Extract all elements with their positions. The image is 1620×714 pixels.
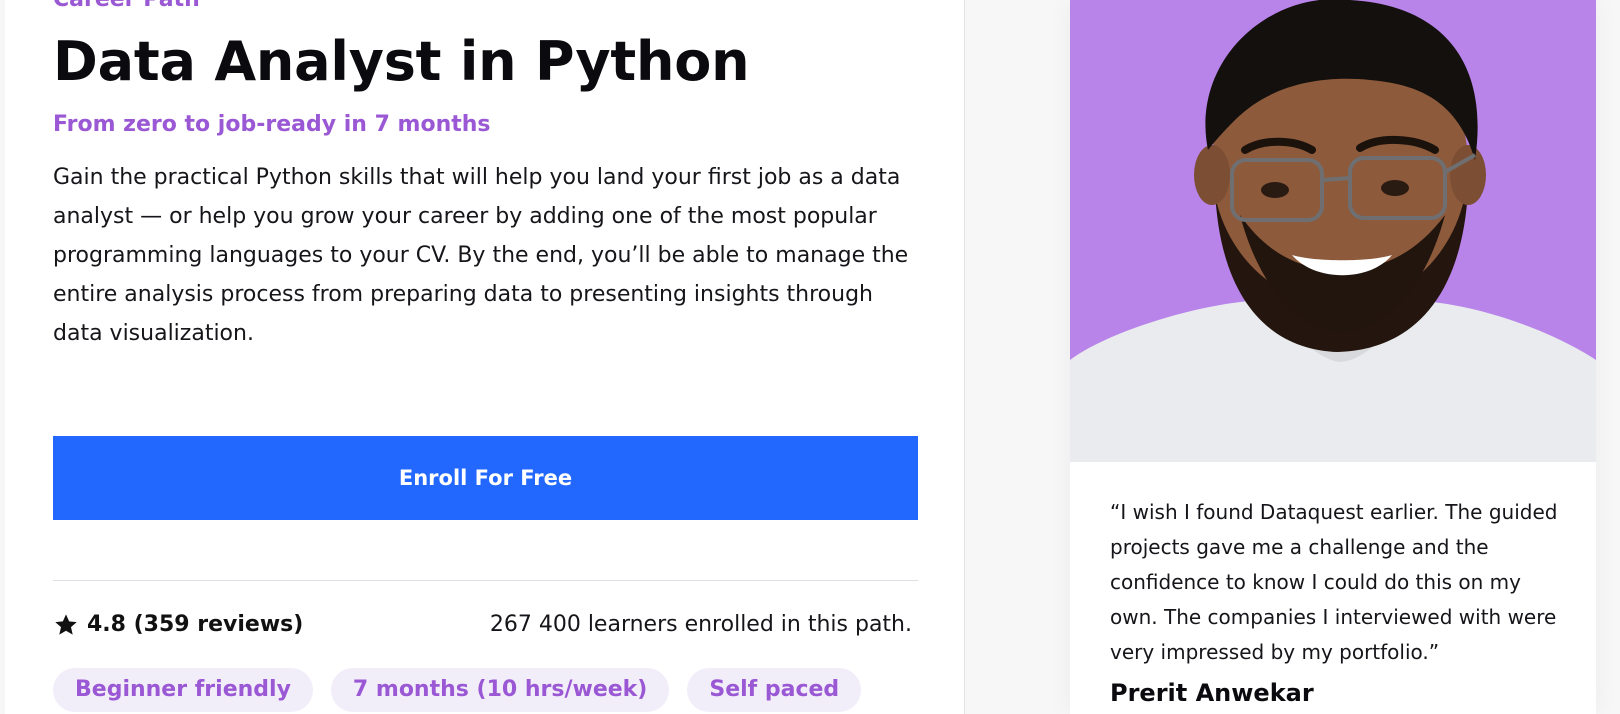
- course-card: Career Path Data Analyst in Python From …: [5, 0, 965, 714]
- tag-self-paced: Self paced: [687, 668, 862, 712]
- rating-text: 4.8 (359 reviews): [87, 612, 304, 637]
- tag-duration: 7 months (10 hrs/week): [330, 668, 670, 712]
- rating-summary: 4.8 (359 reviews): [53, 610, 303, 640]
- testimonial-photo: [1070, 0, 1596, 462]
- course-description: Gain the practical Python skills that wi…: [53, 165, 909, 346]
- divider: [53, 580, 918, 581]
- course-subtitle: From zero to job-ready in 7 months: [53, 112, 491, 137]
- tag-beginner-friendly: Beginner friendly: [53, 668, 313, 712]
- page-title: Data Analyst in Python: [53, 30, 750, 93]
- avatar: [1070, 0, 1596, 462]
- testimonial-card: “I wish I found Dataquest earlier. The g…: [1070, 0, 1596, 714]
- course-eyebrow: Career Path: [53, 0, 200, 14]
- star-icon: [55, 614, 77, 635]
- course-tags: Beginner friendly 7 months (10 hrs/week)…: [53, 668, 862, 712]
- testimonial-quote: “I wish I found Dataquest earlier. The g…: [1110, 500, 1558, 664]
- enroll-button[interactable]: Enroll For Free: [53, 436, 918, 520]
- learners-enrolled: 267 400 learners enrolled in this path.: [489, 612, 912, 637]
- testimonial-author: Prerit Anwekar: [1110, 679, 1314, 707]
